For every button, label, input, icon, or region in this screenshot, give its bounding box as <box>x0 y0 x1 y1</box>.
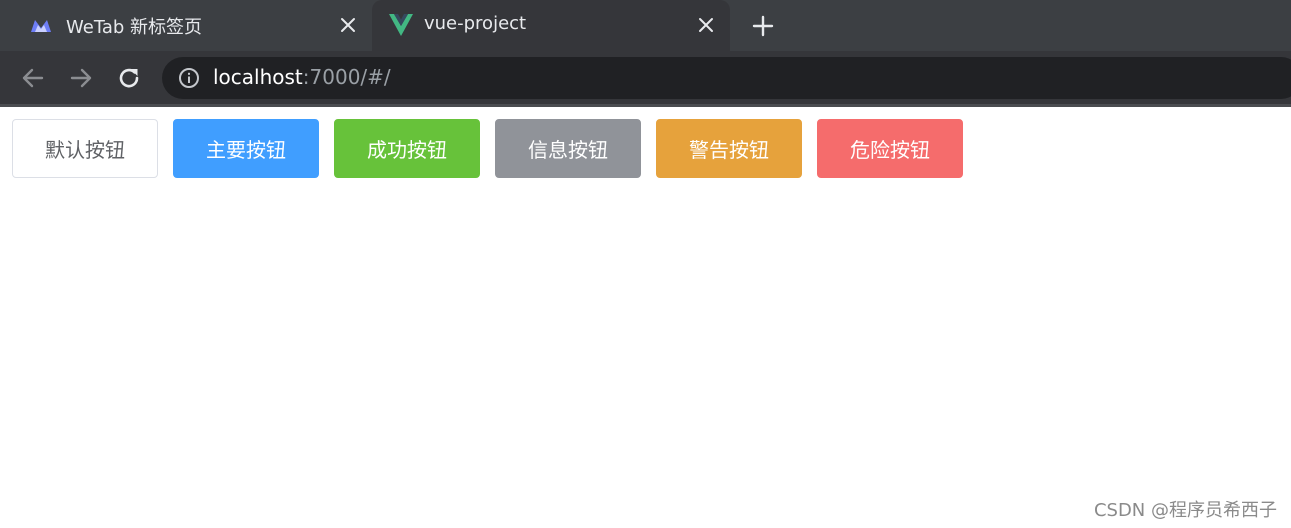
page-content: 默认按钮 主要按钮 成功按钮 信息按钮 警告按钮 危险按钮 <box>0 107 1291 528</box>
success-button[interactable]: 成功按钮 <box>334 119 480 178</box>
forward-arrow-icon[interactable] <box>68 65 94 91</box>
reload-icon[interactable] <box>116 65 142 91</box>
tab-wetab[interactable]: WeTab 新标签页 <box>0 0 372 51</box>
tab-vue-project[interactable]: vue-project <box>372 0 730 51</box>
close-tab-icon[interactable] <box>696 15 716 35</box>
url-host: localhost <box>213 65 303 89</box>
tab-strip: WeTab 新标签页 vue-project <box>0 0 1291 51</box>
close-tab-icon[interactable] <box>338 15 358 35</box>
csdn-watermark: CSDN @程序员希西子 <box>1093 500 1277 521</box>
url-path: :7000/#/ <box>302 65 391 89</box>
browser-toolbar: localhost:7000/#/ <box>0 51 1291 104</box>
wetab-logo-icon <box>31 20 51 32</box>
danger-button[interactable]: 危险按钮 <box>817 119 963 178</box>
warning-button[interactable]: 警告按钮 <box>656 119 802 178</box>
address-bar[interactable]: localhost:7000/#/ <box>162 57 1291 99</box>
back-arrow-icon[interactable] <box>20 65 46 91</box>
primary-button[interactable]: 主要按钮 <box>173 119 319 178</box>
tab-title: vue-project <box>424 13 527 34</box>
address-url[interactable]: localhost:7000/#/ <box>213 65 391 89</box>
site-info-icon[interactable] <box>178 67 200 89</box>
new-tab-plus-icon[interactable] <box>751 14 775 38</box>
vue-logo-icon <box>389 14 413 36</box>
tab-title: WeTab 新标签页 <box>66 17 203 38</box>
info-button[interactable]: 信息按钮 <box>495 119 641 178</box>
default-button[interactable]: 默认按钮 <box>12 119 158 178</box>
